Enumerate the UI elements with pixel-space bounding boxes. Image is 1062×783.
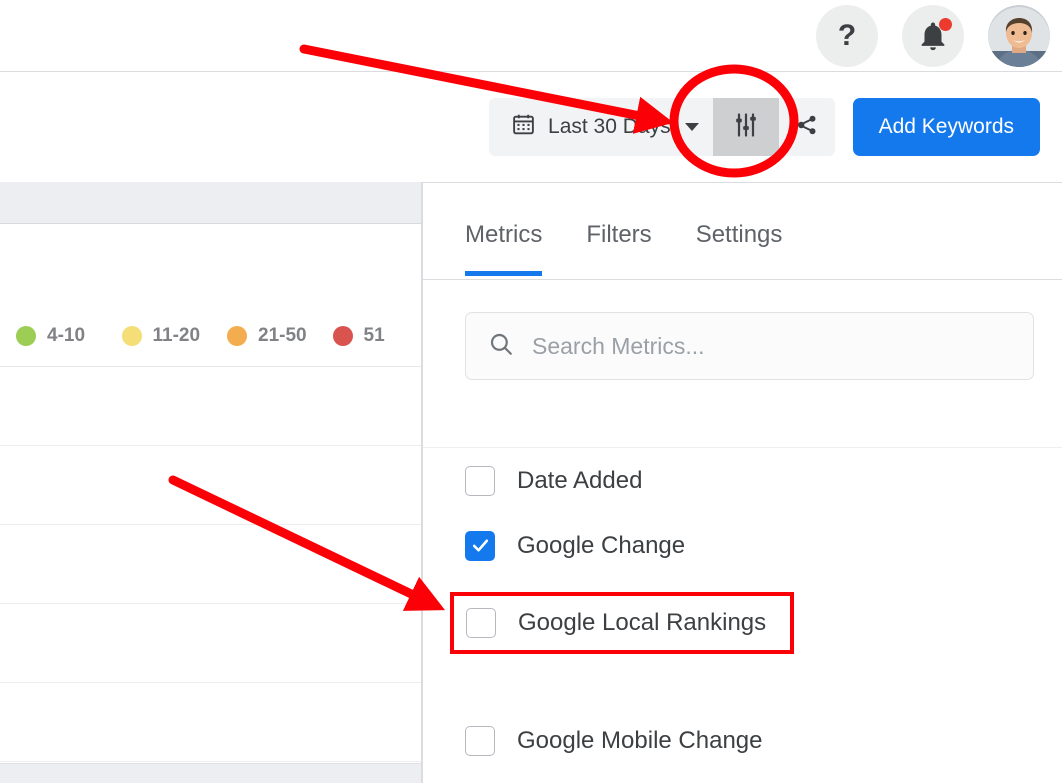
metric-label: Google Local Rankings [518, 609, 766, 637]
legend-label: 11-20 [153, 325, 201, 347]
legend-label: 51 [364, 325, 385, 347]
top-bar-actions: ? [816, 0, 1050, 72]
legend-item: 21-50 [211, 325, 317, 347]
tab-settings[interactable]: Settings [696, 221, 783, 276]
table-body [0, 367, 422, 762]
table-header-row [0, 182, 421, 224]
help-button[interactable]: ? [816, 5, 878, 67]
metric-label: Google Mobile Change [517, 727, 763, 755]
notification-badge [939, 18, 952, 31]
search-input[interactable] [532, 333, 1011, 360]
metric-label: Google Change [517, 532, 685, 560]
metric-label: Date Added [517, 467, 642, 495]
add-keywords-button[interactable]: Add Keywords [853, 98, 1040, 156]
keywords-table: 4-10 11-20 21-50 51 [0, 182, 422, 783]
table-row[interactable] [0, 446, 422, 525]
checkbox[interactable] [465, 726, 495, 756]
metric-item-google-mobile-rankings[interactable]: Google Mobile Rankings [423, 773, 1062, 783]
table-footer [0, 763, 422, 783]
toolbar: Last 30 Days [0, 72, 1062, 182]
table-row[interactable] [0, 367, 422, 446]
legend-color-swatch [333, 326, 353, 346]
metric-item-date-added[interactable]: Date Added [423, 448, 1062, 513]
search-container [423, 280, 1062, 380]
bell-icon [916, 19, 950, 53]
metric-item-google-local-rankings-highlighted[interactable]: Google Local Rankings [454, 596, 790, 650]
tab-filters[interactable]: Filters [586, 221, 651, 276]
date-range-picker[interactable]: Last 30 Days [489, 98, 713, 156]
chevron-down-icon [685, 123, 699, 131]
checkbox[interactable] [465, 466, 495, 496]
checkbox[interactable] [465, 531, 495, 561]
metric-item-google-change[interactable]: Google Change [423, 513, 1062, 578]
top-bar: ? [0, 0, 1062, 72]
date-range-label: Last 30 Days [548, 115, 671, 139]
legend-color-swatch [227, 326, 247, 346]
legend-item: 11-20 [106, 325, 212, 347]
legend-color-swatch [16, 326, 36, 346]
legend-label: 21-50 [258, 325, 307, 347]
legend-color-swatch [122, 326, 142, 346]
app-root: ? [0, 0, 1062, 783]
ranking-legend: 4-10 11-20 21-50 51 [0, 305, 422, 367]
metrics-panel: Metrics Filters Settings Date Added [422, 182, 1062, 783]
user-avatar[interactable] [988, 5, 1050, 67]
question-mark-icon: ? [838, 21, 856, 51]
toolbar-controls: Last 30 Days [489, 72, 1040, 182]
search-box[interactable] [465, 312, 1034, 380]
table-row[interactable] [0, 683, 422, 762]
checkbox[interactable] [466, 608, 496, 638]
panel-tabs: Metrics Filters Settings [423, 183, 1062, 280]
toolbar-segment-group: Last 30 Days [489, 98, 835, 156]
legend-label: 4-10 [47, 325, 85, 347]
search-icon [488, 331, 514, 362]
sliders-icon [732, 111, 760, 144]
legend-item: 51 [317, 325, 423, 347]
metric-item-google-mobile-change[interactable]: Google Mobile Change [423, 708, 1062, 773]
avatar-image [988, 7, 1050, 67]
calendar-icon [511, 112, 536, 142]
column-settings-button[interactable] [713, 98, 779, 156]
notifications-button[interactable] [902, 5, 964, 67]
table-row[interactable] [0, 604, 422, 683]
table-row[interactable] [0, 525, 422, 604]
tab-metrics[interactable]: Metrics [465, 221, 542, 276]
share-icon [795, 113, 819, 142]
share-button[interactable] [779, 98, 835, 156]
legend-item: 4-10 [0, 325, 106, 347]
